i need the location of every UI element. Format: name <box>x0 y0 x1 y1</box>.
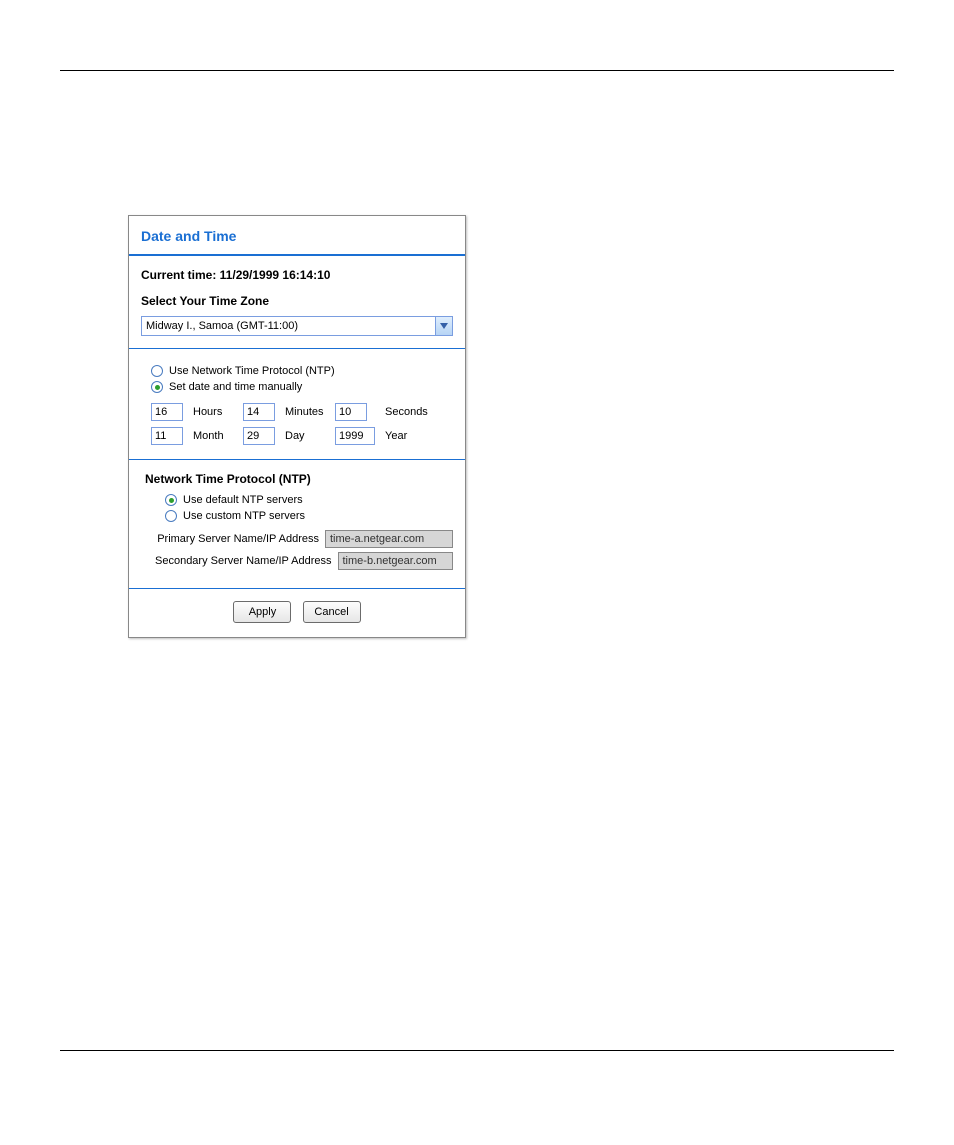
ntp-custom-label: Use custom NTP servers <box>183 510 305 522</box>
page-rule-bottom <box>60 1050 894 1051</box>
mode-ntp-label: Use Network Time Protocol (NTP) <box>169 365 335 377</box>
timezone-row: Midway I., Samoa (GMT-11:00) <box>141 316 453 336</box>
date-time-panel: Date and Time Current time: 11/29/1999 1… <box>128 215 466 638</box>
hours-input[interactable]: 16 <box>151 403 183 421</box>
secondary-server-value: time-b.netgear.com <box>343 555 437 567</box>
minutes-value: 14 <box>247 406 259 418</box>
cancel-button[interactable]: Cancel <box>303 601 361 623</box>
year-label: Year <box>385 430 435 442</box>
month-value: 11 <box>155 430 166 442</box>
primary-server-row: Primary Server Name/IP Address time-a.ne… <box>155 530 453 548</box>
timezone-select[interactable]: Midway I., Samoa (GMT-11:00) <box>141 316 453 336</box>
month-label: Month <box>193 430 237 442</box>
hours-value: 16 <box>155 406 167 418</box>
day-label: Day <box>285 430 329 442</box>
year-value: 1999 <box>339 430 363 442</box>
ntp-default-row[interactable]: Use default NTP servers <box>165 494 453 506</box>
minutes-label: Minutes <box>285 406 329 418</box>
year-input[interactable]: 1999 <box>335 427 375 445</box>
cancel-label: Cancel <box>314 606 348 618</box>
apply-button[interactable]: Apply <box>233 601 291 623</box>
primary-server-label: Primary Server Name/IP Address <box>155 533 319 545</box>
day-input[interactable]: 29 <box>243 427 275 445</box>
mode-manual-row[interactable]: Set date and time manually <box>151 381 453 393</box>
seconds-value: 10 <box>339 406 351 418</box>
radio-icon <box>151 365 163 377</box>
timezone-section: Current time: 11/29/1999 16:14:10 Select… <box>129 256 465 348</box>
ntp-section: Network Time Protocol (NTP) Use default … <box>129 460 465 588</box>
ntp-heading: Network Time Protocol (NTP) <box>145 472 453 486</box>
panel-title: Date and Time <box>129 216 465 254</box>
radio-selected-icon <box>151 381 163 393</box>
secondary-server-label: Secondary Server Name/IP Address <box>155 555 332 567</box>
ntp-default-label: Use default NTP servers <box>183 494 303 506</box>
minutes-input[interactable]: 14 <box>243 403 275 421</box>
current-time-label: Current time: 11/29/1999 16:14:10 <box>141 268 453 282</box>
secondary-server-row: Secondary Server Name/IP Address time-b.… <box>155 552 453 570</box>
ntp-custom-row[interactable]: Use custom NTP servers <box>165 510 453 522</box>
timezone-heading: Select Your Time Zone <box>141 294 453 308</box>
radio-selected-icon <box>165 494 177 506</box>
hours-label: Hours <box>193 406 237 418</box>
day-value: 29 <box>247 430 259 442</box>
chevron-down-icon <box>435 317 452 335</box>
timezone-selected-value: Midway I., Samoa (GMT-11:00) <box>146 320 298 332</box>
button-row: Apply Cancel <box>129 589 465 637</box>
seconds-label: Seconds <box>385 406 435 418</box>
apply-label: Apply <box>249 606 277 618</box>
primary-server-value: time-a.netgear.com <box>330 533 424 545</box>
page-rule-top <box>60 70 894 71</box>
month-input[interactable]: 11 <box>151 427 183 445</box>
mode-section: Use Network Time Protocol (NTP) Set date… <box>129 349 465 459</box>
primary-server-input[interactable]: time-a.netgear.com <box>325 530 453 548</box>
manual-datetime-grid: 16 Hours 14 Minutes 10 Seconds 11 Month … <box>151 403 453 445</box>
secondary-server-input[interactable]: time-b.netgear.com <box>338 552 454 570</box>
seconds-input[interactable]: 10 <box>335 403 367 421</box>
mode-ntp-row[interactable]: Use Network Time Protocol (NTP) <box>151 365 453 377</box>
mode-manual-label: Set date and time manually <box>169 381 302 393</box>
radio-icon <box>165 510 177 522</box>
ntp-options: Use default NTP servers Use custom NTP s… <box>155 494 453 570</box>
